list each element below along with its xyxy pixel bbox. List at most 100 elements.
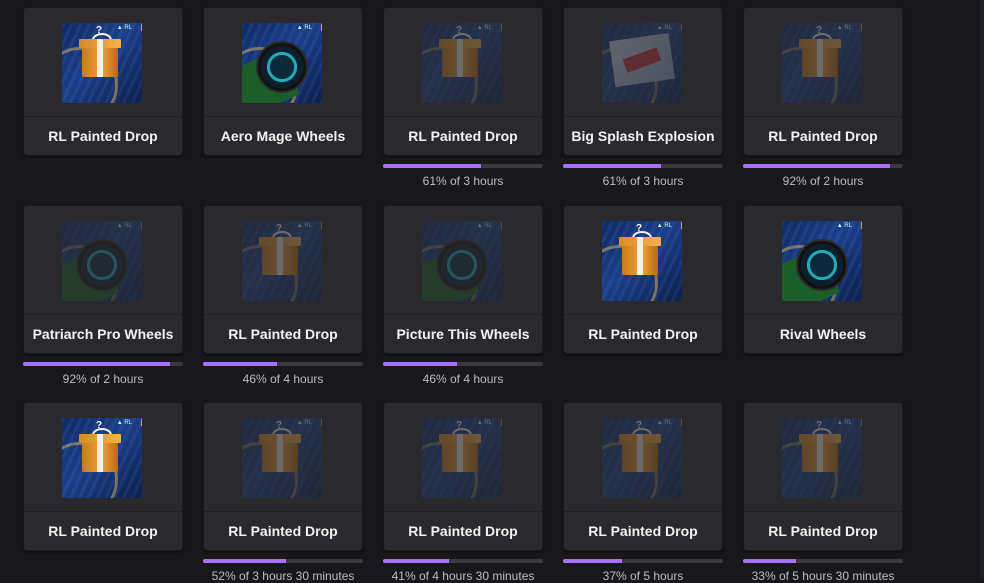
gift-box-icon: ? ▲ RL bbox=[422, 23, 502, 103]
reward-tile[interactable]: ? ▲ RL RL Painted Drop 46% of 4 hours bbox=[203, 205, 363, 386]
reward-card[interactable]: ▲ RL Aero Mage Wheels bbox=[203, 7, 363, 156]
progress-text: 61% of 3 hours bbox=[602, 174, 684, 188]
reward-tile[interactable]: ? ▲ RL RL Painted Drop 92% of 2 hours bbox=[743, 7, 903, 188]
progress-bar bbox=[743, 164, 903, 168]
reward-title: RL Painted Drop bbox=[24, 116, 182, 155]
progress-section: 37% of 5 hours bbox=[563, 559, 723, 583]
reward-thumbnail-area: ? ▲ RL bbox=[744, 403, 902, 511]
reward-title: Aero Mage Wheels bbox=[204, 116, 362, 155]
reward-card[interactable]: ? ▲ RL RL Painted Drop bbox=[563, 205, 723, 354]
reward-title: RL Painted Drop bbox=[744, 511, 902, 550]
reward-thumbnail-area: ? ▲ RL bbox=[384, 403, 542, 511]
reward-tile[interactable]: ? ▲ RL RL Painted Drop 61% of 3 hours bbox=[383, 7, 543, 188]
reward-title: RL Painted Drop bbox=[384, 116, 542, 155]
reward-thumbnail-area: ? ▲ RL bbox=[204, 403, 362, 511]
reward-title: RL Painted Drop bbox=[204, 314, 362, 353]
reward-tile[interactable]: ? ▲ RL RL Painted Drop 52% of 3 hours 30 mi… bbox=[203, 402, 363, 583]
reward-card[interactable]: ? ▲ RL RL Painted Drop bbox=[743, 7, 903, 156]
reward-thumbnail-area: ? ▲ RL bbox=[564, 403, 722, 511]
scrollbar-track[interactable] bbox=[980, 0, 984, 580]
reward-title: RL Painted Drop bbox=[564, 511, 722, 550]
reward-tile[interactable]: ▲ RL Picture This Wheels 46% of 4 hours bbox=[383, 205, 543, 386]
reward-card[interactable]: ? ▲ RL RL Painted Drop bbox=[743, 402, 903, 551]
reward-tile[interactable]: ? ▲ RL RL Painted Drop 33% of 5 hours 30 mi… bbox=[743, 402, 903, 583]
gift-box-icon: ? ▲ RL bbox=[422, 418, 502, 498]
reward-title: Rival Wheels bbox=[744, 314, 902, 353]
wheel-icon: ▲ RL bbox=[62, 221, 142, 301]
progress-bar bbox=[383, 362, 543, 366]
progress-text: 41% of 4 hours 30 minutes bbox=[391, 569, 535, 583]
progress-bar-fill bbox=[563, 164, 661, 168]
reward-title: RL Painted Drop bbox=[744, 116, 902, 155]
reward-card[interactable]: ▲ RL Big Splash Explosion bbox=[563, 7, 723, 156]
gift-box-icon: ? ▲ RL bbox=[62, 418, 142, 498]
progress-bar bbox=[743, 559, 903, 563]
progress-text: 92% of 2 hours bbox=[62, 372, 144, 386]
reward-thumbnail-area: ? ▲ RL bbox=[564, 206, 722, 314]
reward-card[interactable]: ? ▲ RL RL Painted Drop bbox=[203, 205, 363, 354]
reward-card[interactable]: ? ▲ RL RL Painted Drop bbox=[563, 402, 723, 551]
gift-box-icon: ? ▲ RL bbox=[242, 418, 322, 498]
progress-section: 92% of 2 hours bbox=[743, 164, 903, 188]
reward-tile[interactable]: ? ▲ RL RL Painted Drop 37% of 5 hours bbox=[563, 402, 723, 583]
progress-bar-fill bbox=[23, 362, 171, 366]
progress-section: 46% of 4 hours bbox=[383, 362, 543, 386]
progress-bar-fill bbox=[743, 164, 891, 168]
reward-tile[interactable]: ▲ RL Patriarch Pro Wheels 92% of 2 hours bbox=[23, 205, 183, 386]
gift-box-icon: ? ▲ RL bbox=[62, 23, 142, 103]
wheel-icon: ▲ RL bbox=[422, 221, 502, 301]
reward-tile[interactable]: ? ▲ RL RL Painted Drop bbox=[563, 205, 723, 354]
reward-card[interactable]: ▲ RL Patriarch Pro Wheels bbox=[23, 205, 183, 354]
reward-thumbnail-area: ▲ RL bbox=[24, 206, 182, 314]
reward-tile[interactable]: ▲ RL Rival Wheels bbox=[743, 205, 903, 354]
gift-box-icon: ? ▲ RL bbox=[782, 23, 862, 103]
progress-bar bbox=[383, 559, 543, 563]
reward-thumbnail-area: ? ▲ RL bbox=[24, 8, 182, 116]
reward-thumbnail-area: ? ▲ RL bbox=[744, 8, 902, 116]
gift-box-icon: ? ▲ RL bbox=[602, 418, 682, 498]
progress-text: 46% of 4 hours bbox=[422, 372, 504, 386]
reward-title: Patriarch Pro Wheels bbox=[24, 314, 182, 353]
progress-bar-fill bbox=[383, 362, 457, 366]
progress-bar-fill bbox=[203, 362, 277, 366]
reward-thumbnail-area: ▲ RL bbox=[564, 8, 722, 116]
progress-bar bbox=[23, 362, 183, 366]
reward-tile[interactable]: ? ▲ RL RL Painted Drop bbox=[23, 7, 183, 156]
reward-thumbnail-area: ? ▲ RL bbox=[24, 403, 182, 511]
progress-section: 52% of 3 hours 30 minutes bbox=[203, 559, 363, 583]
reward-tile[interactable]: ? ▲ RL RL Painted Drop bbox=[23, 402, 183, 551]
reward-title: RL Painted Drop bbox=[384, 511, 542, 550]
reward-tile[interactable]: ? ▲ RL RL Painted Drop 41% of 4 hours 30 mi… bbox=[383, 402, 543, 583]
reward-thumbnail-area: ▲ RL bbox=[384, 206, 542, 314]
progress-text: 46% of 4 hours bbox=[242, 372, 324, 386]
reward-thumbnail-area: ▲ RL bbox=[744, 206, 902, 314]
gift-box-icon: ? ▲ RL bbox=[602, 221, 682, 301]
reward-card[interactable]: ? ▲ RL RL Painted Drop bbox=[383, 7, 543, 156]
progress-bar-fill bbox=[743, 559, 796, 563]
reward-tile[interactable]: ▲ RL Aero Mage Wheels bbox=[203, 7, 363, 156]
progress-text: 92% of 2 hours bbox=[782, 174, 864, 188]
reward-thumbnail-area: ▲ RL bbox=[204, 8, 362, 116]
progress-bar-fill bbox=[563, 559, 623, 563]
reward-card[interactable]: ? ▲ RL RL Painted Drop bbox=[203, 402, 363, 551]
progress-bar bbox=[383, 164, 543, 168]
reward-tile[interactable]: ▲ RL Big Splash Explosion 61% of 3 hours bbox=[563, 7, 723, 188]
progress-section: 41% of 4 hours 30 minutes bbox=[383, 559, 543, 583]
reward-card[interactable]: ? ▲ RL RL Painted Drop bbox=[23, 402, 183, 551]
progress-bar-fill bbox=[383, 164, 481, 168]
reward-card[interactable]: ▲ RL Picture This Wheels bbox=[383, 205, 543, 354]
progress-text: 61% of 3 hours bbox=[422, 174, 504, 188]
progress-section: 92% of 2 hours bbox=[23, 362, 183, 386]
wheel-icon: ▲ RL bbox=[242, 23, 322, 103]
progress-text: 33% of 5 hours 30 minutes bbox=[751, 569, 895, 583]
reward-title: RL Painted Drop bbox=[204, 511, 362, 550]
progress-bar-fill bbox=[383, 559, 449, 563]
reward-card[interactable]: ▲ RL Rival Wheels bbox=[743, 205, 903, 354]
progress-text: 52% of 3 hours 30 minutes bbox=[211, 569, 355, 583]
reward-title: RL Painted Drop bbox=[24, 511, 182, 550]
progress-bar bbox=[563, 559, 723, 563]
reward-card[interactable]: ? ▲ RL RL Painted Drop bbox=[23, 7, 183, 156]
reward-thumbnail-area: ? ▲ RL bbox=[384, 8, 542, 116]
reward-card[interactable]: ? ▲ RL RL Painted Drop bbox=[383, 402, 543, 551]
reward-thumbnail-area: ? ▲ RL bbox=[204, 206, 362, 314]
